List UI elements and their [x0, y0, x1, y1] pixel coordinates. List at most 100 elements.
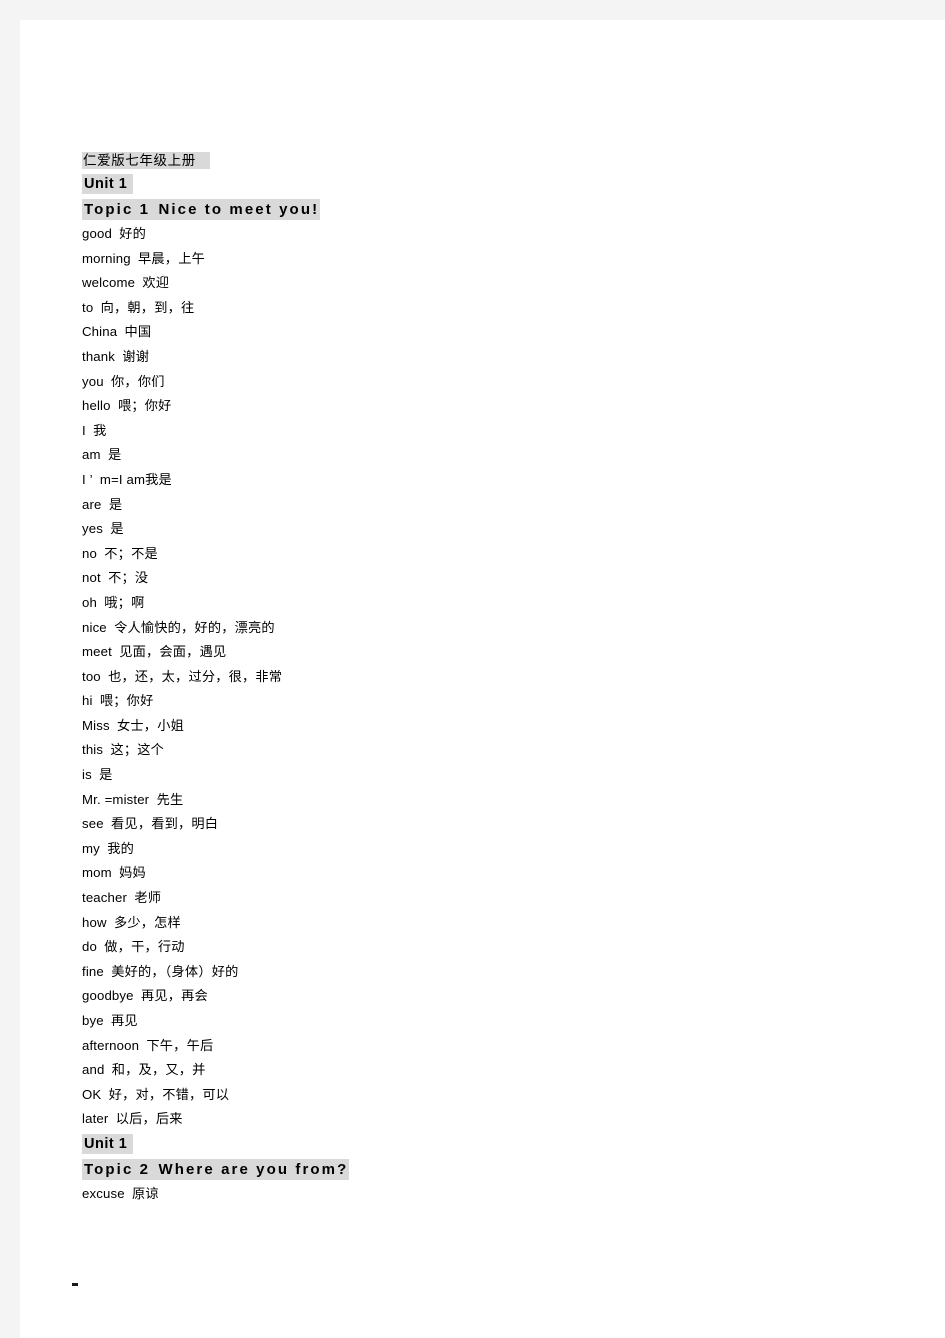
- vocab-entry: meet 见面，会面，遇见: [82, 640, 842, 665]
- vocab-gloss: 好的: [119, 226, 147, 241]
- vocab-entry: China 中国: [82, 320, 842, 345]
- vocab-gloss: 喂；你好: [99, 693, 154, 709]
- vocab-gloss: 见面，会面，遇见: [119, 644, 227, 660]
- vocab-list-topic-2: excuse 原谅: [82, 1182, 842, 1207]
- vocab-gloss: 不；不是: [104, 545, 158, 561]
- vocab-entry: see 看见，看到，明白: [82, 812, 842, 837]
- vocab-gloss: 下午，午后: [146, 1037, 214, 1053]
- vocab-entry: I 我: [82, 419, 842, 444]
- vocab-gloss: 这；这个: [110, 742, 165, 758]
- vocab-gloss: 好，对，不错，可以: [108, 1086, 230, 1102]
- vocab-word: are: [82, 496, 102, 512]
- vocab-word: nice: [82, 619, 107, 635]
- vocab-gloss: 欢迎: [142, 275, 170, 291]
- vocab-entry: welcome 欢迎: [82, 271, 842, 296]
- vocab-gloss: 哦；啊: [104, 594, 145, 610]
- vocab-word: teacher: [82, 890, 128, 906]
- vocab-word: morning: [82, 250, 131, 266]
- vocab-gloss: 妈妈: [119, 865, 146, 881]
- vocab-entry: no 不；不是: [82, 542, 842, 567]
- vocab-entry: oh 哦；啊: [82, 591, 842, 616]
- vocab-gloss: 美好的，（身体）好的: [111, 963, 239, 979]
- vocab-entry: too 也，还，太，过分，很，非常: [82, 665, 842, 690]
- vocab-gloss: 是: [107, 447, 122, 463]
- vocab-word: is: [82, 767, 92, 783]
- vocab-gloss: 令人愉快的，好的，漂亮的: [114, 619, 275, 635]
- vocab-entry: do 做，干，行动: [82, 935, 842, 960]
- vocab-word: do: [82, 939, 97, 955]
- vocab-gloss: 是: [110, 521, 124, 537]
- vocab-gloss: 以后，后来: [115, 1111, 183, 1127]
- vocab-entry: is 是: [82, 763, 842, 788]
- vocab-entry: later 以后，后来: [82, 1107, 842, 1132]
- vocab-entry: and 和，及，又，并: [82, 1058, 842, 1083]
- vocab-entry: not 不；没: [82, 566, 842, 591]
- vocab-word: Miss: [82, 717, 110, 733]
- document-content: 仁爱版七年级上册 Unit 1 Topic 1 Nice to meet you…: [82, 150, 842, 1207]
- vocab-word: bye: [82, 1013, 104, 1028]
- vocab-entry: bye 再见: [82, 1009, 842, 1034]
- vocab-word: hello: [82, 398, 111, 414]
- vocab-word: excuse: [82, 1185, 125, 1201]
- unit-heading-1-label: Unit 1: [84, 176, 128, 192]
- vocab-word: to: [82, 299, 94, 315]
- vocab-gloss: 我: [93, 422, 107, 438]
- vocab-entry: Miss 女士，小姐: [82, 714, 842, 739]
- vocab-entry: how 多少，怎样: [82, 911, 842, 936]
- vocab-word: goodbye: [82, 988, 134, 1004]
- vocab-gloss: 是: [108, 496, 123, 512]
- vocab-word: no: [82, 545, 97, 561]
- vocab-entry: fine 美好的，（身体）好的: [82, 960, 842, 985]
- vocab-word: I: [82, 422, 86, 438]
- vocab-entry: good 好的: [82, 222, 842, 247]
- unit-heading-2-label: Unit 1: [84, 1135, 128, 1152]
- vocab-word: how: [82, 914, 107, 930]
- vocab-word: fine: [82, 963, 104, 979]
- vocab-word: my: [82, 840, 100, 856]
- vocab-word: later: [82, 1111, 109, 1127]
- topic-heading-1-number: Topic 1: [84, 201, 151, 218]
- vocab-entry: afternoon 下午，午后: [82, 1034, 842, 1059]
- vocab-word: meet: [82, 644, 112, 660]
- vocab-word: China: [82, 324, 118, 340]
- vocab-gloss: 向，朝，到，往: [100, 299, 195, 315]
- vocab-word: Mr. =mister: [82, 791, 150, 807]
- stray-ink-mark: [72, 1283, 78, 1286]
- book-title-text: 仁爱版七年级上册: [82, 152, 210, 169]
- vocab-word: this: [82, 742, 104, 758]
- vocab-gloss: 先生: [156, 791, 184, 807]
- vocab-word: mom: [82, 865, 112, 881]
- vocab-gloss: 不；没: [108, 570, 149, 586]
- vocab-gloss: 再见，再会: [140, 988, 208, 1004]
- topic-heading-2: Topic 2 Where are you from?: [82, 1157, 842, 1182]
- vocab-gloss: 原谅: [132, 1185, 159, 1201]
- vocab-gloss: 老师: [134, 890, 162, 906]
- vocab-entry: to 向，朝，到，往: [82, 296, 842, 321]
- vocab-gloss: 女士，小姐: [117, 717, 184, 733]
- topic-heading-1-title: Nice to meet you!: [158, 201, 320, 218]
- unit-heading-1: Unit 1: [82, 172, 842, 197]
- vocab-word: and: [82, 1062, 105, 1078]
- vocab-word: you: [82, 373, 104, 389]
- vocab-entry: thank 谢谢: [82, 345, 842, 370]
- vocab-gloss: 早晨，上午: [138, 250, 205, 266]
- vocab-entry: Mr. =mister 先生: [82, 788, 842, 813]
- vocab-gloss: 中国: [124, 324, 152, 340]
- topic-heading-2-number: Topic 2: [84, 1160, 151, 1178]
- vocab-entry: teacher 老师: [82, 886, 842, 911]
- vocab-gloss: 谢谢: [122, 348, 150, 364]
- vocab-gloss: 也，还，太，过分，很，非常: [108, 668, 283, 684]
- vocab-entry: OK 好，对，不错，可以: [82, 1083, 842, 1108]
- vocab-word: yes: [82, 521, 103, 537]
- vocab-entry: am 是: [82, 443, 842, 468]
- vocab-word: OK: [82, 1086, 102, 1102]
- vocab-entry: I ’ m=I am我是: [82, 468, 842, 493]
- vocab-word: not: [82, 570, 101, 586]
- vocab-entry: nice 令人愉快的，好的，漂亮的: [82, 616, 842, 641]
- vocab-entry: hi 喂；你好: [82, 689, 842, 714]
- vocab-entry: yes 是: [82, 517, 842, 542]
- vocab-gloss: 再见: [111, 1013, 138, 1028]
- vocab-word: welcome: [82, 275, 136, 291]
- vocab-gloss: 我的: [107, 840, 134, 856]
- document-page: 仁爱版七年级上册 Unit 1 Topic 1 Nice to meet you…: [20, 20, 945, 1338]
